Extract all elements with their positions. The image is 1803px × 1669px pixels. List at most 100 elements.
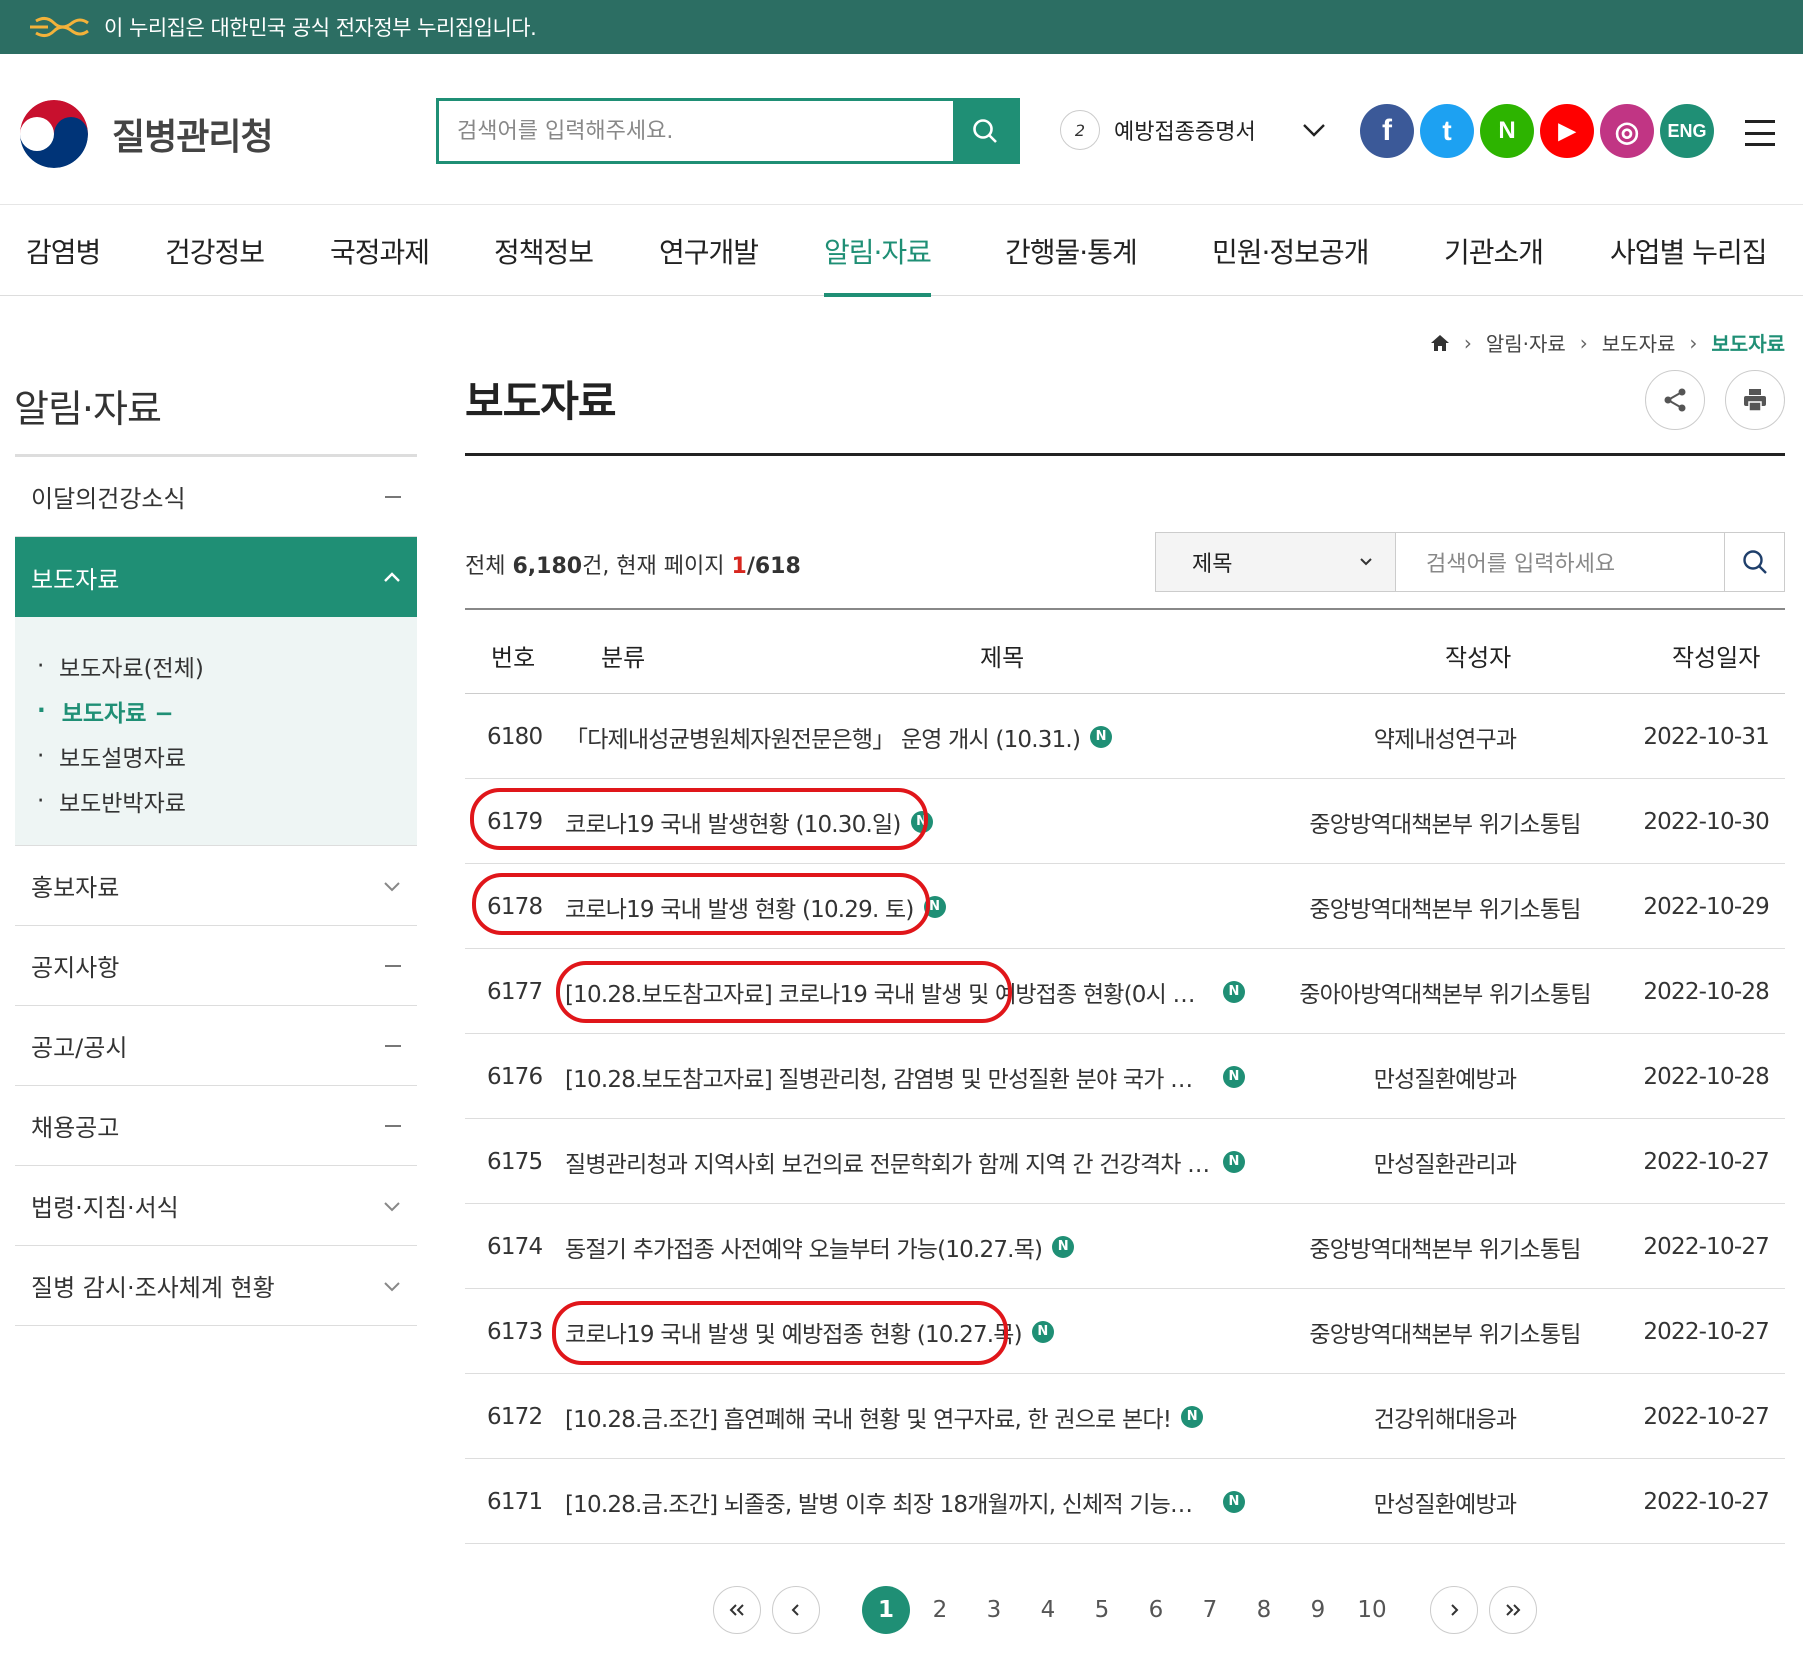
gnb-item-national-tasks[interactable]: 국정과제 [330, 205, 430, 297]
table-row[interactable]: 6178 코로나19 국내 발생 현황 (10.29. 토) N 중앙방역대책본부 위… [465, 864, 1785, 949]
search-field-select[interactable]: 제목 [1156, 533, 1396, 591]
submenu-item-rebuttal[interactable]: · 보도반박자료 [37, 778, 395, 823]
new-badge-icon: N [1031, 1320, 1054, 1343]
row-title-link[interactable]: 코로나19 국내 발생 현황 (10.29. 토) N [565, 864, 946, 949]
row-title: 코로나19 국내 발생 현황 (10.29. 토) [565, 896, 914, 923]
table-row[interactable]: 6175 질병관리청과 지역사회 보건의료 전문학회가 함께 지역 간 건강격차 … [465, 1119, 1785, 1204]
sidebar: 이달의건강소식 보도자료 · 보도자료(전체) · 보도자료 − · 보도설명자… [15, 454, 417, 1326]
page-number-button[interactable]: 3 [970, 1586, 1018, 1634]
table-row[interactable]: 6180 「다제내성균병원체자원전문은행」 운영 개시 (10.31.) N 약제내성… [465, 694, 1785, 779]
breadcrumb-item[interactable]: 알림·자료 [1486, 328, 1566, 357]
breadcrumb-separator-icon: › [1689, 330, 1698, 355]
sidebar-item-monthly-health[interactable]: 이달의건강소식 [15, 457, 417, 537]
submenu-item-explanation[interactable]: · 보도설명자료 [37, 733, 395, 778]
collapse-minus-icon [385, 1044, 401, 1047]
new-badge-icon: N [1181, 1405, 1204, 1428]
page-number-button[interactable]: 9 [1294, 1586, 1342, 1634]
submenu-item-press-release[interactable]: · 보도자료 − [37, 688, 395, 733]
table-row[interactable]: 6173 코로나19 국내 발생 및 예방접종 현황 (10.27.목) N 중앙방역… [465, 1289, 1785, 1374]
row-date: 2022-10-28 [1643, 978, 1769, 1005]
naver-blog-icon[interactable]: N [1480, 104, 1534, 158]
youtube-icon[interactable]: ▶ [1540, 104, 1594, 158]
gnb-item-about[interactable]: 기관소개 [1444, 205, 1544, 297]
global-search-button[interactable] [953, 101, 1017, 161]
board-search-input[interactable]: 검색어를 입력하세요 [1396, 533, 1724, 591]
row-number: 6178 [487, 893, 543, 920]
gnb-item-research[interactable]: 연구개발 [659, 205, 759, 297]
sidebar-item-surveillance[interactable]: 질병 감시·조사체계 현황 [15, 1246, 417, 1326]
gnb-item-civil-service[interactable]: 민원·정보공개 [1212, 205, 1369, 297]
row-author: 중앙방역대책본부 위기소통팀 [1309, 896, 1581, 923]
sidebar-item-laws[interactable]: 법령·지침·서식 [15, 1166, 417, 1246]
row-title-link[interactable]: 동절기 추가접종 사전예약 오늘부터 가능(10.27.목) N [565, 1204, 1075, 1289]
home-icon[interactable] [1430, 334, 1450, 352]
gnb-item-infectious-disease[interactable]: 감염병 [26, 205, 101, 297]
breadcrumb-separator-icon: › [1463, 330, 1472, 355]
table-row[interactable]: 6177 [10.28.보도참고자료] 코로나19 국내 발생 및 예방접종 현황… [465, 949, 1785, 1034]
row-author: 중앙방역대책본부 위기소통팀 [1309, 811, 1581, 838]
gnb-item-publications[interactable]: 간행물·통계 [1005, 205, 1138, 297]
facebook-icon[interactable]: f [1360, 104, 1414, 158]
row-title-link[interactable]: [10.28.금.조간] 흡연폐해 국내 현황 및 연구자료, 한 권으로 본다… [565, 1374, 1204, 1459]
table-row[interactable]: 6171 [10.28.금.조간] 뇌졸중, 발병 이후 최장 18개월까지, 신… [465, 1459, 1785, 1544]
sidebar-item-recruitment[interactable]: 채용공고 [15, 1086, 417, 1166]
page-number-button[interactable]: 2 [916, 1586, 964, 1634]
row-title-link[interactable]: [10.28.보도참고자료] 코로나19 국내 발생 및 예방접종 현황(0시 … [565, 949, 1245, 1034]
page-number-button[interactable]: 4 [1024, 1586, 1072, 1634]
row-title-link[interactable]: 「다제내성균병원체자원전문은행」 운영 개시 (10.31.) N [565, 694, 1113, 779]
print-button[interactable] [1725, 370, 1785, 430]
table-row[interactable]: 6172 [10.28.금.조간] 흡연폐해 국내 현황 및 연구자료, 한 권으… [465, 1374, 1785, 1459]
breadcrumb-item[interactable]: 보도자료 [1602, 328, 1676, 357]
row-number: 6174 [487, 1233, 543, 1260]
row-date: 2022-10-28 [1643, 1063, 1769, 1090]
sidebar-item-announcement[interactable]: 공고/공시 [15, 1006, 417, 1086]
sidebar-item-label: 홍보자료 [31, 874, 120, 902]
chevron-down-icon [384, 881, 400, 891]
chevron-left-icon [791, 1604, 799, 1616]
board-search-button[interactable] [1724, 533, 1784, 591]
gnb-item-policy-info[interactable]: 정책정보 [494, 205, 594, 297]
submenu-item-all[interactable]: · 보도자료(전체) [37, 643, 395, 688]
row-title-link[interactable]: [10.28.금.조간] 뇌졸중, 발병 이후 최장 18개월까지, 신체적 기… [565, 1459, 1245, 1544]
share-button[interactable] [1645, 370, 1705, 430]
twitter-icon[interactable]: t [1420, 104, 1474, 158]
chevron-down-icon [384, 1201, 400, 1211]
quick-menu[interactable]: 2 예방접종증명서 [1060, 110, 1326, 150]
prev-page-button[interactable] [772, 1586, 820, 1634]
row-title-link[interactable]: 코로나19 국내 발생현황 (10.30.일) N [565, 779, 933, 864]
print-icon [1744, 389, 1766, 412]
main-navigation: 감염병 건강정보 국정과제 정책정보 연구개발 알림·자료 간행물·통계 민원·… [0, 204, 1803, 297]
global-search-input[interactable] [439, 101, 953, 161]
row-date: 2022-10-30 [1643, 808, 1769, 835]
gnb-item-news-materials[interactable]: 알림·자료 [824, 205, 932, 297]
sidebar-item-label: 공고/공시 [31, 1034, 128, 1062]
gnb-item-sites[interactable]: 사업별 누리집 [1610, 205, 1767, 297]
row-title-link[interactable]: [10.28.보도참고자료] 질병관리청, 감염병 및 만성질환 분야 국가 진… [565, 1034, 1245, 1119]
page-number-button[interactable]: 1 [862, 1586, 910, 1634]
brand-logo[interactable]: 질병관리청 [16, 96, 274, 172]
row-title-link[interactable]: 코로나19 국내 발생 및 예방접종 현황 (10.27.목) N [565, 1289, 1054, 1374]
row-author: 만성질환예방과 [1373, 1491, 1517, 1518]
row-title-link[interactable]: 질병관리청과 지역사회 보건의료 전문학회가 함께 지역 간 건강격차 해소를…… [565, 1119, 1245, 1204]
table-row[interactable]: 6176 [10.28.보도참고자료] 질병관리청, 감염병 및 만성질환 분야 … [465, 1034, 1785, 1119]
table-row[interactable]: 6174 동절기 추가접종 사전예약 오늘부터 가능(10.27.목) N 중앙방역대… [465, 1204, 1785, 1289]
instagram-icon[interactable]: ◎ [1600, 104, 1654, 158]
page-number-button[interactable]: 10 [1348, 1586, 1396, 1634]
next-page-button[interactable] [1430, 1586, 1478, 1634]
row-number: 6171 [487, 1488, 543, 1515]
last-page-button[interactable] [1489, 1586, 1537, 1634]
page-number-button[interactable]: 8 [1240, 1586, 1288, 1634]
gnb-item-health-info[interactable]: 건강정보 [165, 205, 265, 297]
row-date: 2022-10-29 [1643, 893, 1769, 920]
sidebar-item-promotion[interactable]: 홍보자료 [15, 846, 417, 926]
chevron-down-icon[interactable] [1302, 122, 1326, 138]
page-number-button[interactable]: 6 [1132, 1586, 1180, 1634]
sidebar-item-notice[interactable]: 공지사항 [15, 926, 417, 1006]
table-row[interactable]: 6179 코로나19 국내 발생현황 (10.30.일) N 중앙방역대책본부 위기소… [465, 779, 1785, 864]
hamburger-menu-icon[interactable] [1745, 120, 1775, 146]
page-number-button[interactable]: 7 [1186, 1586, 1234, 1634]
page-number-button[interactable]: 5 [1078, 1586, 1126, 1634]
first-page-button[interactable] [713, 1586, 761, 1634]
english-icon[interactable]: ENG [1660, 104, 1714, 158]
sidebar-item-press-release[interactable]: 보도자료 [15, 537, 417, 617]
